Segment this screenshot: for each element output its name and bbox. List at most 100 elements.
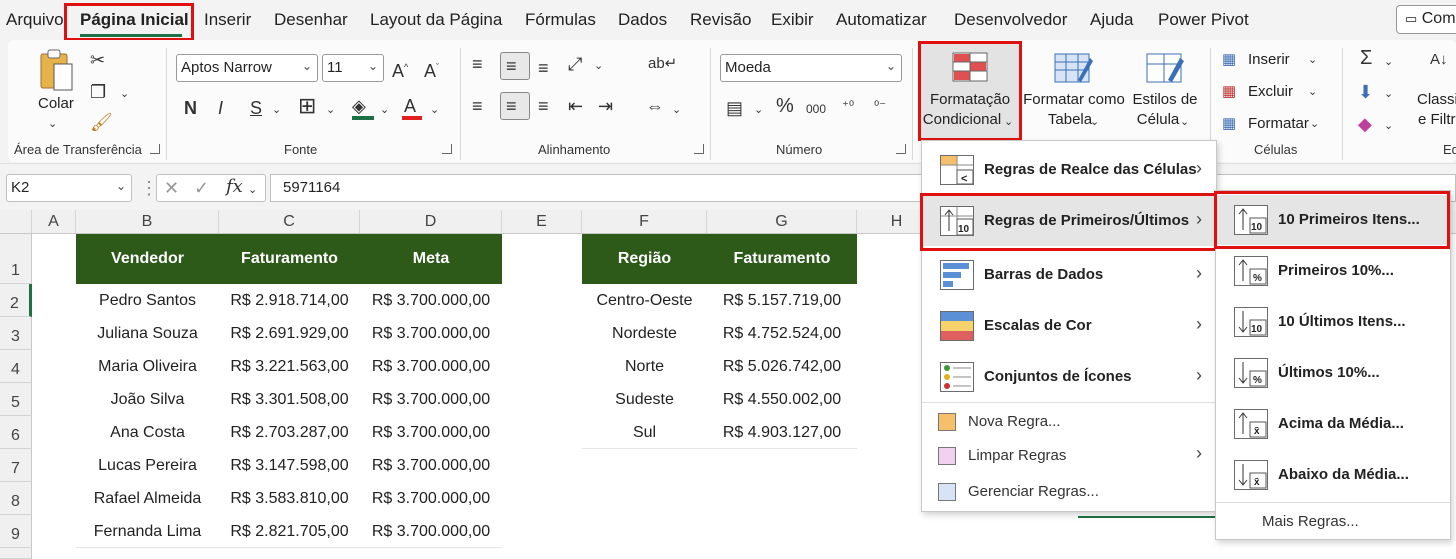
underline-button[interactable]: S — [250, 98, 262, 118]
table-cell[interactable]: R$ 3.700.000,00 — [360, 284, 502, 317]
cell-styles-icon[interactable] — [1146, 52, 1186, 84]
clear-icon[interactable]: ◆ — [1358, 114, 1372, 134]
table-cell[interactable]: R$ 3.700.000,00 — [360, 350, 502, 383]
chevron-down-icon[interactable]: ⌄ — [272, 100, 281, 120]
chevron-down-icon[interactable]: ⌄ — [48, 114, 57, 134]
table2-header-regiao[interactable]: Região — [582, 234, 707, 284]
table-cell[interactable]: R$ 3.700.000,00 — [360, 515, 502, 548]
table2-header-faturamento[interactable]: Faturamento — [707, 234, 857, 284]
chevron-down-icon[interactable]: ⌄ — [380, 100, 389, 120]
table-cell[interactable]: R$ 2.703.287,00 — [219, 416, 360, 449]
insert-cells-icon[interactable]: ▦ — [1222, 50, 1236, 70]
table-cell[interactable]: Nordeste — [582, 317, 707, 350]
chevron-down-icon[interactable]: ⌄ — [326, 100, 335, 120]
column-header-b[interactable]: B — [76, 210, 219, 234]
submenu-item-below-average[interactable]: x̄ Abaixo da Média... — [1216, 450, 1450, 500]
copy-icon[interactable]: ❐ — [90, 82, 106, 102]
format-cells-icon[interactable]: ▦ — [1222, 114, 1236, 134]
sort-filter-label2[interactable]: e Filtr — [1418, 110, 1456, 130]
table-cell[interactable]: Ana Costa — [76, 416, 219, 449]
comments-button[interactable]: ▭ Com — [1396, 5, 1456, 34]
table-cell[interactable]: R$ 3.583.810,00 — [219, 482, 360, 515]
cancel-icon[interactable]: ✕ — [164, 178, 179, 198]
chevron-down-icon[interactable]: ⌄ — [120, 84, 129, 104]
shrink-font-icon[interactable]: Aˇ — [424, 57, 439, 81]
menu-item-icon-sets[interactable]: Conjuntos de Ícones › — [922, 352, 1216, 402]
table1-header-meta[interactable]: Meta — [360, 234, 502, 284]
align-top-icon[interactable]: ≡ — [472, 54, 483, 74]
insert-function-button[interactable]: fx — [226, 177, 243, 197]
format-cells-label[interactable]: Formatar — [1248, 114, 1309, 134]
tab-ajuda[interactable]: Ajuda — [1090, 10, 1133, 30]
delete-cells-label[interactable]: Excluir — [1248, 82, 1293, 102]
table-cell[interactable]: R$ 2.821.705,00 — [219, 515, 360, 548]
chevron-down-icon[interactable]: ⌄ — [1384, 84, 1393, 104]
table-cell[interactable]: Sul — [582, 416, 707, 449]
table-cell[interactable]: R$ 2.691.929,00 — [219, 317, 360, 350]
decrease-decimal-icon[interactable]: ⁰⁻ — [874, 96, 886, 116]
table-cell[interactable]: R$ 3.700.000,00 — [360, 482, 502, 515]
currency-icon[interactable]: ▤ — [726, 98, 743, 118]
sort-filter-icon[interactable]: A↓ — [1430, 50, 1448, 70]
tab-layout[interactable]: Layout da Página — [370, 10, 502, 30]
clipboard-dialog-launcher[interactable] — [150, 144, 160, 154]
increase-indent-icon[interactable]: ⇥ — [598, 96, 613, 116]
table-cell[interactable]: R$ 4.903.127,00 — [707, 416, 857, 449]
chevron-down-icon[interactable]: ⌄ — [1384, 52, 1393, 72]
align-right-icon[interactable]: ≡ — [538, 96, 549, 116]
tab-arquivo[interactable]: Arquivo — [6, 10, 64, 30]
name-box[interactable]: K2 ⌄ — [6, 174, 132, 202]
tab-exibir[interactable]: Exibir — [771, 10, 814, 30]
row-header-5[interactable]: 5 — [0, 383, 32, 416]
italic-button[interactable]: I — [218, 98, 223, 118]
column-header-a[interactable]: A — [32, 210, 76, 234]
autosum-icon[interactable]: Σ — [1360, 48, 1372, 68]
chevron-down-icon[interactable]: ⌄ — [1308, 82, 1317, 102]
align-bottom-icon[interactable]: ≡ — [538, 58, 549, 78]
select-all-corner[interactable] — [0, 210, 32, 234]
menu-item-color-scales[interactable]: Escalas de Cor › — [922, 301, 1216, 351]
wrap-text-icon[interactable]: ab↵ — [648, 54, 677, 74]
cut-icon[interactable]: ✂ — [90, 50, 105, 70]
chevron-down-icon[interactable]: ⌄ — [594, 56, 603, 76]
row-header-7[interactable]: 7 — [0, 449, 32, 482]
table-cell[interactable]: R$ 3.700.000,00 — [360, 449, 502, 482]
sort-filter-label1[interactable]: Classif — [1417, 90, 1456, 110]
table-cell[interactable]: R$ 3.221.563,00 — [219, 350, 360, 383]
table-cell[interactable]: Norte — [582, 350, 707, 383]
table-cell[interactable]: R$ 3.700.000,00 — [360, 416, 502, 449]
table-cell[interactable]: R$ 4.752.524,00 — [707, 317, 857, 350]
font-color-icon[interactable]: A — [404, 96, 416, 116]
font-size-combo[interactable]: 11 ⌄ — [322, 54, 384, 82]
delete-cells-icon[interactable]: ▦ — [1222, 82, 1236, 102]
fill-color-icon[interactable]: ◈ — [352, 96, 366, 116]
row-header-9[interactable]: 9 — [0, 515, 32, 548]
table-cell[interactable]: R$ 2.918.714,00 — [219, 284, 360, 317]
thousands-separator-button[interactable]: 000 — [806, 99, 826, 119]
table-cell[interactable]: Fernanda Lima — [76, 515, 219, 548]
table-cell[interactable]: Centro-Oeste — [582, 284, 707, 317]
orientation-icon[interactable]: ⤢ — [568, 54, 582, 74]
tab-desenvolvedor[interactable]: Desenvolvedor — [954, 10, 1067, 30]
tab-desenhar[interactable]: Desenhar — [274, 10, 348, 30]
font-name-combo[interactable]: Aptos Narrow ⌄ — [176, 54, 318, 82]
row-header-8[interactable]: 8 — [0, 482, 32, 515]
submenu-item-top10-percent[interactable]: % Primeiros 10%... — [1216, 246, 1450, 296]
menu-item-new-rule[interactable]: Nova Regra... — [922, 405, 1216, 439]
chevron-down-icon[interactable]: ⌄ — [1310, 114, 1319, 134]
submenu-item-bottom10-percent[interactable]: % Últimos 10%... — [1216, 348, 1450, 398]
tab-revisao[interactable]: Revisão — [690, 10, 751, 30]
table-cell[interactable]: R$ 3.147.598,00 — [219, 449, 360, 482]
chevron-down-icon[interactable]: ⌄ — [1090, 112, 1099, 132]
tab-dados[interactable]: Dados — [618, 10, 667, 30]
row-header-6[interactable]: 6 — [0, 416, 32, 449]
chevron-down-icon[interactable]: ⌄ — [248, 180, 257, 200]
number-format-combo[interactable]: Moeda ⌄ — [720, 54, 902, 82]
tab-formulas[interactable]: Fórmulas — [525, 10, 596, 30]
font-dialog-launcher[interactable] — [442, 144, 452, 154]
chevron-down-icon[interactable]: ⌄ — [430, 100, 439, 120]
table-cell[interactable]: R$ 5.157.719,00 — [707, 284, 857, 317]
number-dialog-launcher[interactable] — [896, 144, 906, 154]
cell-styles-label1[interactable]: Estilos de — [1128, 90, 1202, 110]
table-cell[interactable]: Juliana Souza — [76, 317, 219, 350]
